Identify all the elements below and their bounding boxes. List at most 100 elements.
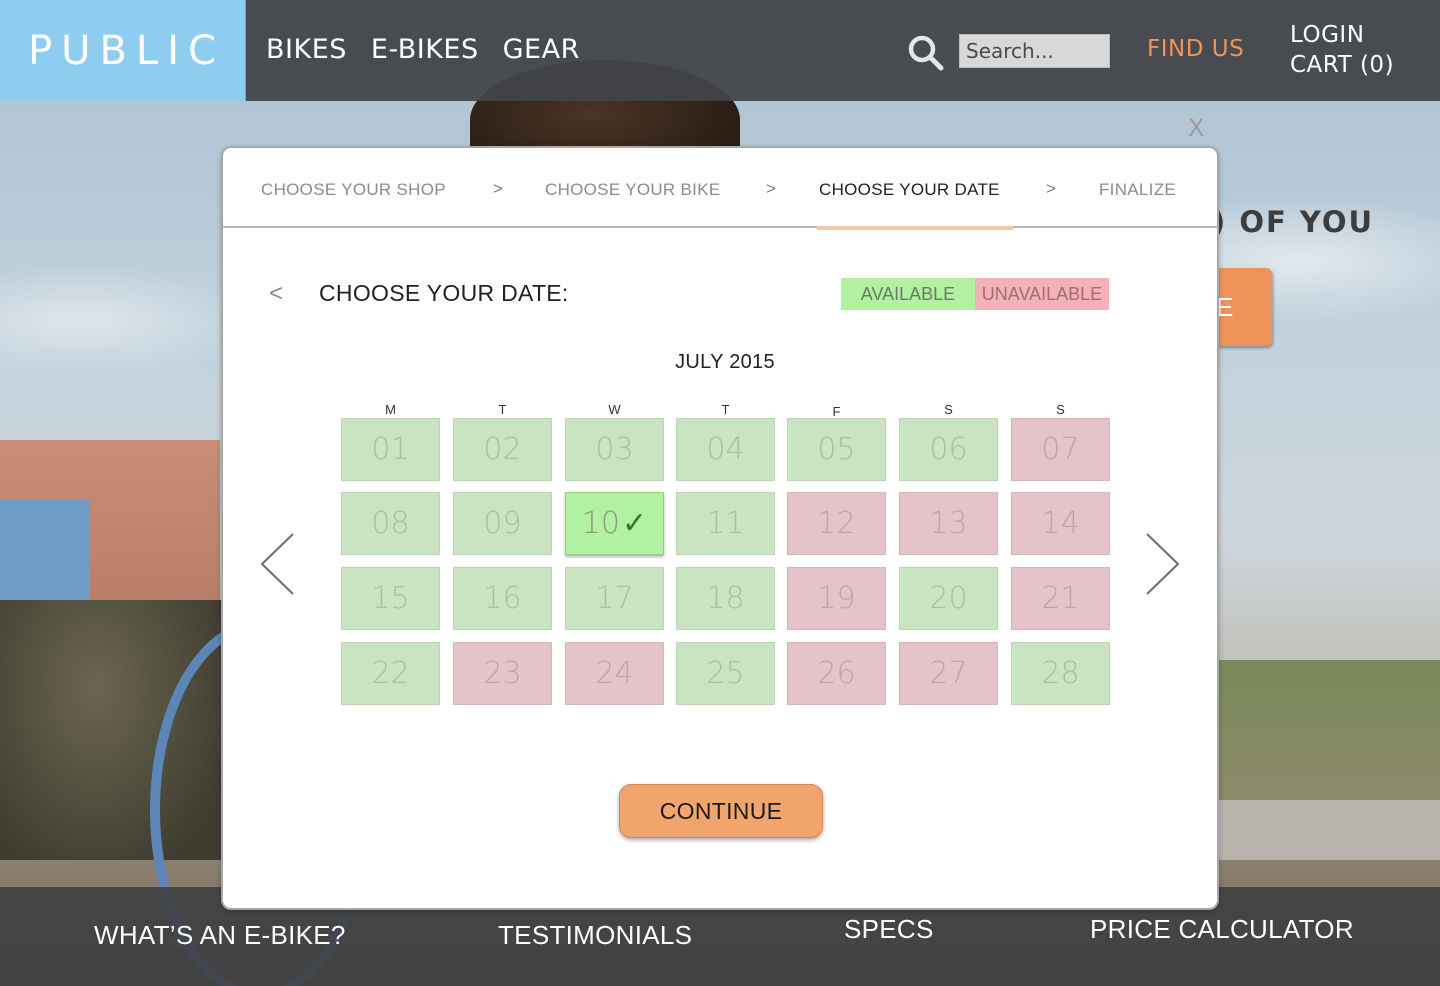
calendar-day[interactable]: 24	[565, 642, 664, 705]
find-us-link[interactable]: FIND US	[1147, 36, 1244, 62]
calendar-day-number: 17	[595, 581, 634, 616]
calendar-day-number: 15	[371, 581, 410, 616]
month-label: JULY 2015	[675, 351, 775, 373]
calendar-day-number: 19	[817, 581, 856, 616]
check-icon: ✓	[622, 506, 648, 541]
calendar-day-number: 02	[483, 432, 522, 467]
login-link[interactable]: LOGIN	[1290, 22, 1364, 48]
calendar-day-number: 27	[929, 656, 968, 691]
calendar-day[interactable]: 11	[676, 492, 775, 555]
calendar-day-number: 10	[581, 506, 621, 541]
step-bar: CHOOSE YOUR SHOP > CHOOSE YOUR BIKE > CH…	[223, 148, 1217, 230]
calendar-day-number: 06	[929, 432, 968, 467]
calendar-day[interactable]: 03	[565, 418, 664, 481]
calendar-day[interactable]: 08	[341, 492, 440, 555]
search-icon[interactable]	[906, 33, 944, 71]
step-separator: >	[766, 179, 776, 198]
logo-text: PUBLIC	[28, 27, 225, 74]
active-step-indicator	[817, 226, 1013, 230]
logo[interactable]: PUBLIC	[0, 0, 246, 101]
weekday-label: M	[385, 402, 396, 417]
calendar-day[interactable]: 13	[899, 492, 998, 555]
calendar-day[interactable]: 20	[899, 567, 998, 630]
footer-specs[interactable]: SPECS	[844, 914, 934, 945]
weekday-label: T	[498, 402, 507, 417]
continue-button[interactable]: CONTINUE	[619, 784, 823, 838]
calendar-day[interactable]: 28	[1011, 642, 1110, 705]
calendar-day-number: 14	[1041, 506, 1080, 541]
calendar-day[interactable]: 27	[899, 642, 998, 705]
footer-testimonials[interactable]: TESTIMONIALS	[498, 920, 692, 951]
calendar-day[interactable]: 22	[341, 642, 440, 705]
calendar-day[interactable]: 02	[453, 418, 552, 481]
step-choose-shop[interactable]: CHOOSE YOUR SHOP	[261, 180, 446, 200]
chevron-right-icon[interactable]	[1143, 532, 1181, 596]
weekday-label: W	[608, 402, 621, 417]
calendar-day-number: 13	[929, 506, 968, 541]
search-input[interactable]	[959, 34, 1110, 68]
calendar-day-number: 12	[817, 506, 856, 541]
calendar-day-number: 01	[371, 432, 410, 467]
weekday-label: S	[944, 402, 953, 417]
booking-modal: CHOOSE YOUR SHOP > CHOOSE YOUR BIKE > CH…	[221, 146, 1219, 910]
calendar-day-number: 23	[483, 656, 522, 691]
calendar-day[interactable]: 26	[787, 642, 886, 705]
top-nav: PUBLIC BIKES E-BIKES GEAR FIND US LOGIN …	[0, 0, 1440, 101]
step-choose-bike[interactable]: CHOOSE YOUR BIKE	[545, 180, 720, 200]
weekday-label: F	[832, 404, 841, 419]
calendar-day[interactable]: 10 ✓	[565, 492, 664, 555]
calendar-day[interactable]: 16	[453, 567, 552, 630]
footer-whats-an-e-bike[interactable]: WHAT’S AN E-BIKE?	[94, 920, 346, 951]
grass-field	[1200, 660, 1440, 820]
chevron-left-icon[interactable]	[259, 532, 297, 596]
calendar-day[interactable]: 25	[676, 642, 775, 705]
calendar-day-number: 22	[371, 656, 410, 691]
step-separator: >	[493, 179, 503, 198]
calendar-day[interactable]: 14	[1011, 492, 1110, 555]
availability-legend: AVAILABLE UNAVAILABLE	[841, 278, 1109, 310]
calendar-day-number: 03	[595, 432, 634, 467]
calendar-day[interactable]: 17	[565, 567, 664, 630]
step-separator: >	[1046, 179, 1056, 198]
nav-gear[interactable]: GEAR	[503, 34, 580, 65]
weekday-label: S	[1056, 402, 1065, 417]
footer-price-calculator[interactable]: PRICE CALCULATOR	[1090, 914, 1354, 945]
close-modal-button[interactable]: X	[1188, 114, 1204, 142]
calendar-day-number: 24	[595, 656, 634, 691]
nav-e-bikes[interactable]: E-BIKES	[371, 34, 479, 65]
cart-link[interactable]: CART (0)	[1290, 52, 1394, 78]
date-title: CHOOSE YOUR DATE:	[319, 280, 569, 306]
main-nav: BIKES E-BIKES GEAR	[266, 34, 580, 65]
step-finalize[interactable]: FINALIZE	[1099, 180, 1176, 200]
step-choose-date[interactable]: CHOOSE YOUR DATE	[819, 180, 1000, 200]
hero-button[interactable]: E	[1212, 268, 1272, 346]
calendar-day[interactable]: 05	[787, 418, 886, 481]
calendar-day[interactable]: 01	[341, 418, 440, 481]
calendar-day[interactable]: 15	[341, 567, 440, 630]
calendar-day-number: 04	[706, 432, 745, 467]
back-button[interactable]: <	[269, 280, 283, 308]
calendar-day[interactable]: 12	[787, 492, 886, 555]
calendar-day-number: 05	[817, 432, 856, 467]
calendar-day[interactable]: 04	[676, 418, 775, 481]
calendar-day[interactable]: 07	[1011, 418, 1110, 481]
calendar-day[interactable]: 23	[453, 642, 552, 705]
calendar-day-number: 28	[1041, 656, 1080, 691]
calendar-day-number: 07	[1041, 432, 1080, 467]
calendar-day[interactable]: 21	[1011, 567, 1110, 630]
calendar-day-number: 21	[1041, 581, 1080, 616]
calendar-day-number: 08	[371, 506, 410, 541]
weekday-label: T	[721, 402, 730, 417]
calendar-day[interactable]: 18	[676, 567, 775, 630]
calendar-day-number: 25	[706, 656, 745, 691]
calendar-day-number: 11	[706, 506, 745, 541]
legend-unavailable: UNAVAILABLE	[975, 278, 1109, 310]
calendar-day-number: 18	[706, 581, 745, 616]
calendar-day-number: 16	[483, 581, 522, 616]
calendar-day[interactable]: 06	[899, 418, 998, 481]
calendar-day[interactable]: 19	[787, 567, 886, 630]
nav-bikes[interactable]: BIKES	[266, 34, 347, 65]
calendar-day-number: 09	[483, 506, 522, 541]
calendar-day[interactable]: 09	[453, 492, 552, 555]
calendar-day-number: 20	[929, 581, 968, 616]
